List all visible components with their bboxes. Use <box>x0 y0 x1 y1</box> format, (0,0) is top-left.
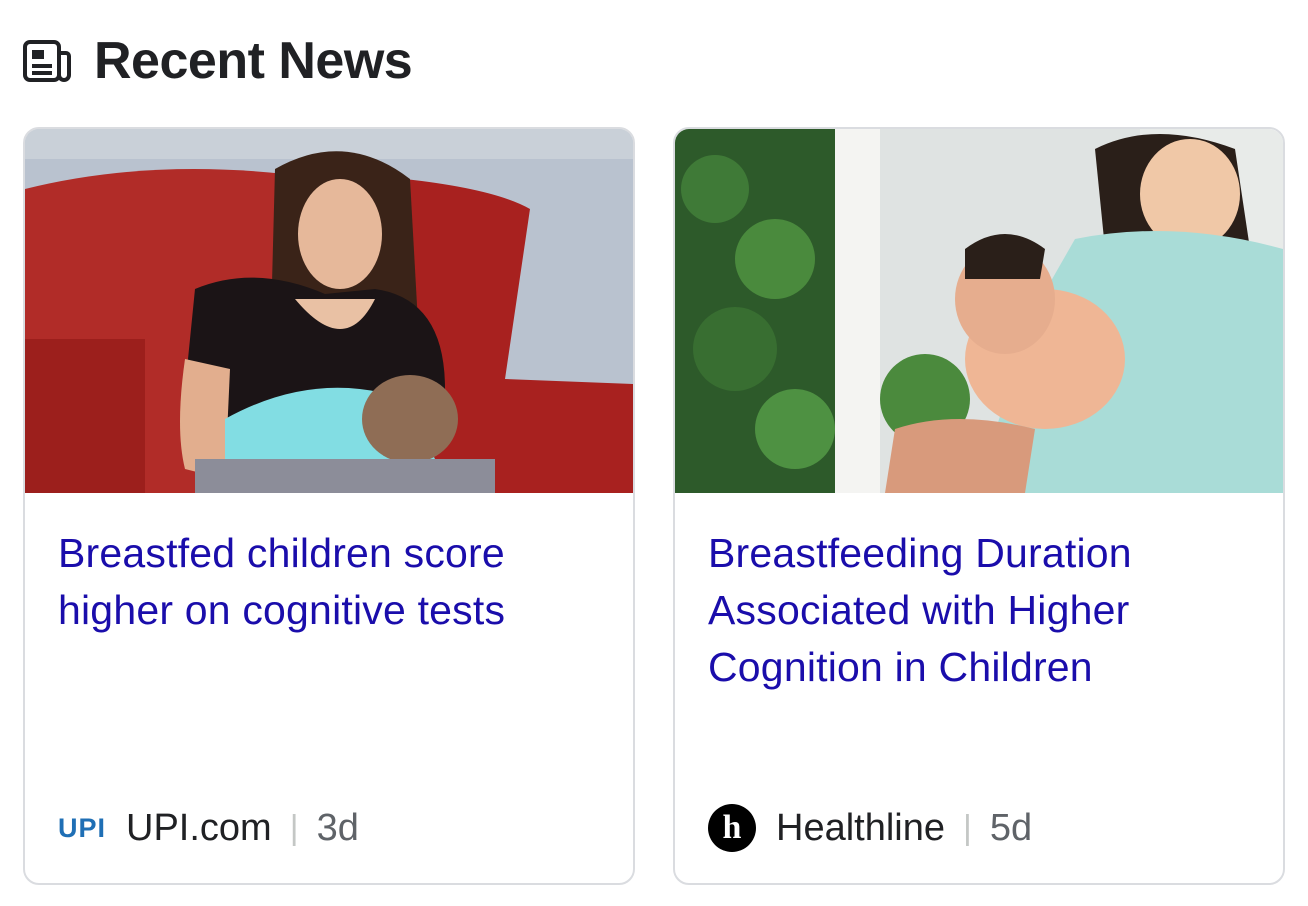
healthline-logo-icon: h <box>708 804 756 852</box>
recent-news-header: Recent News <box>22 30 413 92</box>
article-age: 5d <box>989 806 1033 849</box>
article-headline[interactable]: Breastfeeding Duration Associated with H… <box>708 525 1256 696</box>
meta-separator: | <box>963 808 972 847</box>
article-thumbnail[interactable] <box>25 129 633 493</box>
upi-logo-icon: UPI <box>58 812 107 843</box>
article-thumbnail[interactable] <box>675 129 1283 493</box>
article-meta: UPI UPI.com | 3d <box>58 805 359 851</box>
article-age: 3d <box>316 806 359 849</box>
news-card[interactable]: Breastfed children score higher on cogni… <box>23 127 635 885</box>
meta-separator: | <box>289 808 299 847</box>
section-title: Recent News <box>94 32 413 90</box>
article-meta: h Healthline | 5d <box>708 804 1033 852</box>
news-card[interactable]: Breastfeeding Duration Associated with H… <box>673 127 1285 885</box>
source-name[interactable]: UPI.com <box>126 807 272 850</box>
newspaper-icon <box>23 40 71 82</box>
source-name[interactable]: Healthline <box>776 807 945 850</box>
article-headline[interactable]: Breastfed children score higher on cogni… <box>58 525 606 639</box>
